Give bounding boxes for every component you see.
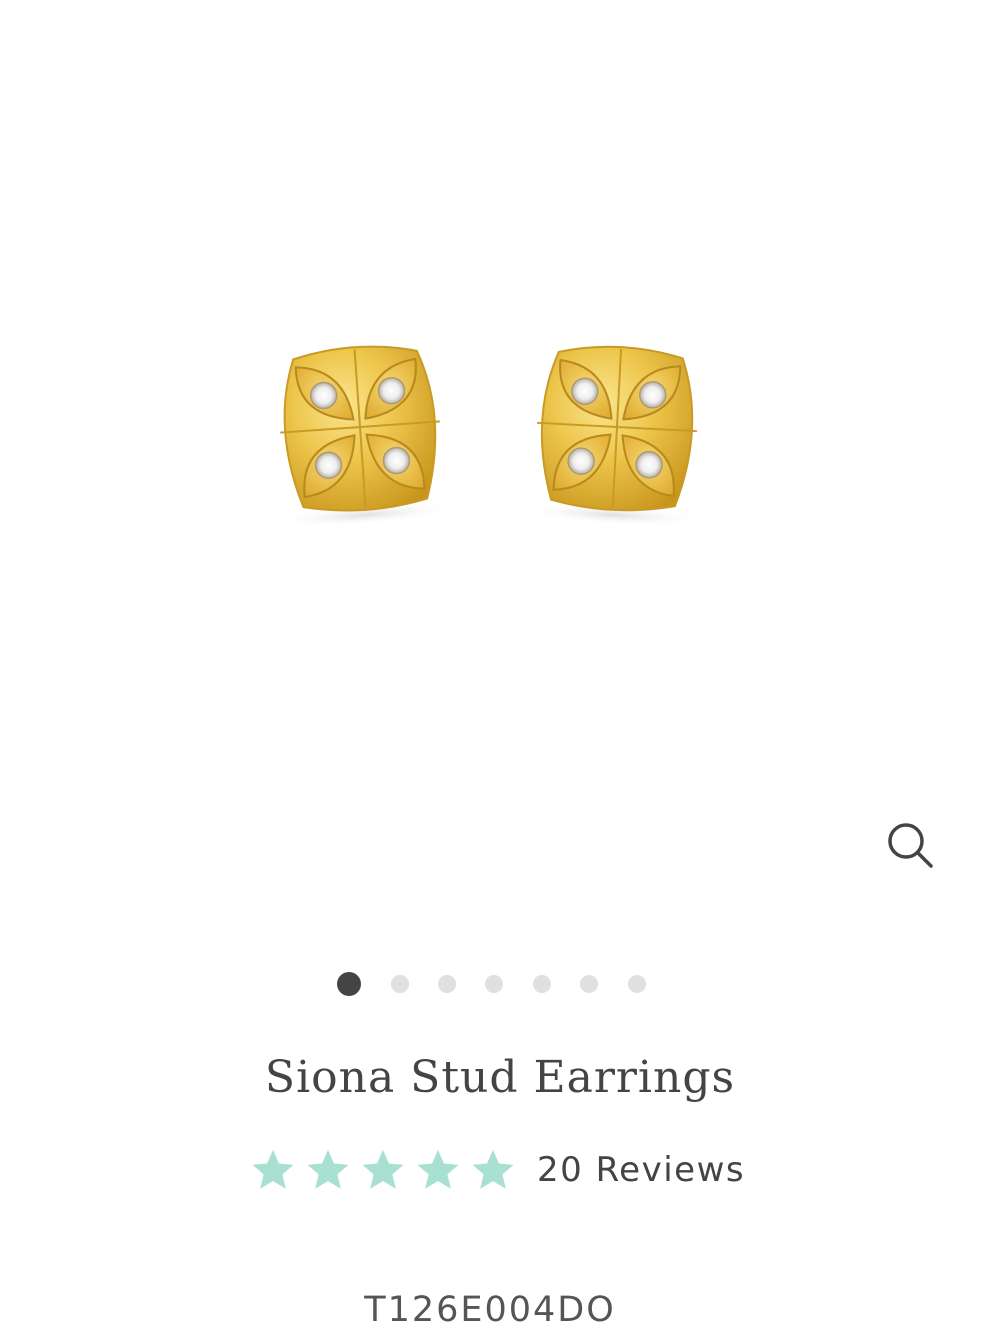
star-icon	[307, 1149, 349, 1189]
star-icon	[362, 1149, 404, 1189]
pagination-dot-7[interactable]	[628, 975, 646, 993]
pagination-dot-3[interactable]	[438, 975, 456, 993]
product-image[interactable]	[0, 0, 1000, 940]
pagination-dot-5[interactable]	[533, 975, 551, 993]
zoom-button[interactable]	[880, 815, 940, 875]
product-rating[interactable]: 20 Reviews	[250, 1142, 745, 1198]
reviews-link[interactable]: 20 Reviews	[537, 1150, 745, 1190]
pagination-dot-1[interactable]	[337, 972, 361, 996]
earring-left	[258, 339, 463, 533]
star-icon	[472, 1149, 514, 1189]
pagination-dot-2[interactable]	[391, 975, 409, 993]
pagination-dot-4[interactable]	[485, 975, 503, 993]
star-icon	[417, 1149, 459, 1189]
product-gallery[interactable]	[0, 0, 1000, 940]
magnifier-icon	[888, 823, 933, 868]
earring-right	[516, 341, 718, 531]
rating-stars	[250, 1147, 525, 1193]
gallery-pagination	[0, 972, 1000, 996]
pagination-dot-6[interactable]	[580, 975, 598, 993]
product-title: Siona Stud Earrings	[264, 1052, 736, 1103]
star-icon	[252, 1149, 294, 1189]
product-sku: T126E004DO	[364, 1290, 616, 1330]
